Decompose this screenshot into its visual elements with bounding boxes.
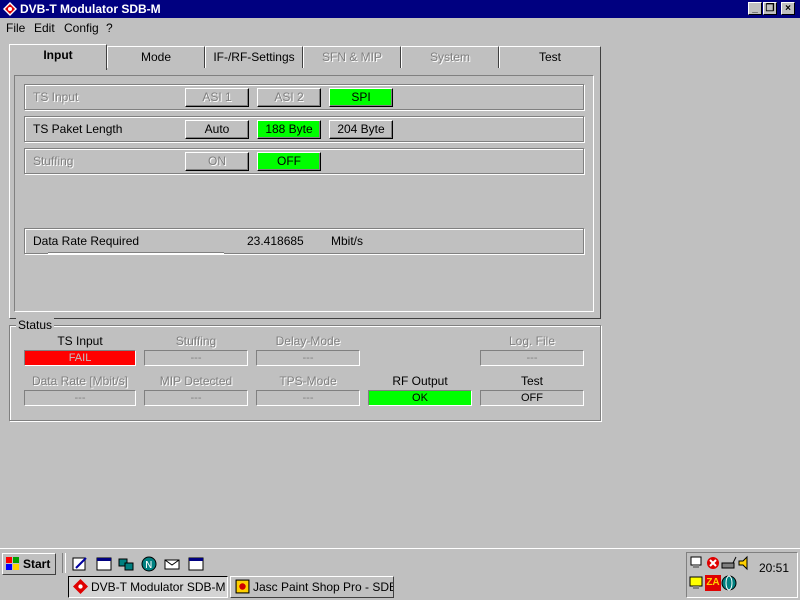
tray-clock[interactable]: 20:51 (759, 561, 789, 575)
data-rate-value: 23.418685 (247, 234, 304, 248)
start-button[interactable]: Start (2, 553, 56, 575)
status-delay-mode-value: --- (256, 350, 360, 366)
app-logo-icon[interactable] (3, 2, 17, 16)
asi2-button[interactable]: ASI 2 (257, 88, 321, 107)
ts-input-group: TS Input ASI 1 ASI 2 SPI (24, 84, 584, 110)
title-bar[interactable]: DVB-T Modulator SDB-M _ ❐ × (0, 0, 800, 18)
tray-globe-icon[interactable] (721, 575, 737, 591)
taskbar: Start N DVB-T Modulator SDB-M Jasc Paint… (0, 548, 800, 600)
status-log-file-label: Log. File (508, 334, 556, 348)
tab-mode[interactable]: Mode (107, 46, 205, 68)
ts-input-label: TS Input (33, 90, 79, 104)
tab-system[interactable]: System (401, 46, 499, 68)
quicklaunch-edit-icon[interactable] (72, 556, 88, 572)
tab-strip: Input Mode IF-/RF-Settings SFN & MIP Sys… (9, 44, 601, 70)
status-tps-mode-label: TPS-Mode (279, 374, 337, 388)
menu-help[interactable]: ? (106, 21, 113, 35)
tab-input[interactable]: Input (9, 44, 107, 70)
minimize-button[interactable]: _ (748, 2, 762, 15)
status-delay-mode-label: Delay-Mode (275, 334, 341, 348)
task-dvbt-label: DVB-T Modulator SDB-M (91, 580, 226, 594)
tray-display-icon[interactable] (689, 575, 705, 591)
quicklaunch-network-icon[interactable] (118, 556, 134, 572)
spi-button[interactable]: SPI (329, 88, 393, 107)
input-inner-panel (14, 75, 594, 312)
quicklaunch-divider (62, 553, 66, 573)
ts-packet-length-label: TS Paket Length (33, 122, 123, 136)
status-mip-detected-value: --- (144, 390, 248, 406)
task-paint-shop-pro[interactable]: Jasc Paint Shop Pro - SDB... (230, 576, 394, 598)
menu-bar: File Edit Config ? (0, 18, 800, 36)
tab-test[interactable]: Test (499, 46, 601, 68)
status-rf-output-label: RF Output (392, 374, 448, 388)
status-log-file-value: --- (480, 350, 584, 366)
tab-if-rf-settings[interactable]: IF-/RF-Settings (205, 46, 303, 68)
data-rate-unit: Mbit/s (331, 234, 364, 248)
status-data-rate-value: --- (24, 390, 136, 406)
ts-packet-length-group: TS Paket Length Auto 188 Byte 204 Byte (24, 116, 584, 142)
status-tps-mode-value: --- (256, 390, 360, 406)
stuffing-group: Stuffing ON OFF (24, 148, 584, 174)
task-dvbt-icon (73, 579, 88, 594)
204-byte-button[interactable]: 204 Byte (329, 120, 393, 139)
status-ts-input-value: FAIL (24, 350, 136, 366)
status-mip-detected-label: MIP Detected (159, 374, 233, 388)
menu-file[interactable]: File (6, 21, 25, 35)
asi1-button[interactable]: ASI 1 (185, 88, 249, 107)
start-label: Start (23, 557, 51, 571)
task-paintshop-icon (235, 579, 250, 594)
status-data-rate-label: Data Rate [Mbit/s] (31, 374, 129, 388)
status-rf-output-value: OK (368, 390, 472, 406)
restore-button[interactable]: ❐ (763, 2, 777, 15)
status-ts-input-label: TS Input (57, 334, 103, 348)
status-stuffing-label: Stuffing (175, 334, 217, 348)
data-rate-label: Data Rate Required (33, 234, 140, 248)
tray-network-icon[interactable] (689, 555, 705, 571)
data-rate-separator (48, 252, 224, 254)
tray-error-icon[interactable] (705, 555, 721, 571)
status-stuffing-value: --- (144, 350, 248, 366)
quicklaunch-desktop-icon[interactable] (96, 556, 112, 572)
menu-edit[interactable]: Edit (34, 21, 55, 35)
quicklaunch-window-icon[interactable] (188, 556, 204, 572)
quicklaunch-mail-icon[interactable] (164, 556, 180, 572)
stuffing-label: Stuffing (33, 154, 74, 168)
status-test-label: Test (520, 374, 543, 388)
system-tray: ZA 20:51 (686, 552, 798, 598)
status-test-value: OFF (480, 390, 584, 406)
tray-volume-icon[interactable] (737, 555, 753, 571)
task-paintshop-label: Jasc Paint Shop Pro - SDB... (253, 580, 394, 594)
tray-zonealarm-icon[interactable]: ZA (705, 575, 721, 591)
menu-config[interactable]: Config (64, 21, 99, 35)
stuffing-off-button[interactable]: OFF (257, 152, 321, 171)
188-byte-button[interactable]: 188 Byte (257, 120, 321, 139)
tab-sfn-mip[interactable]: SFN & MIP (303, 46, 401, 68)
task-dvbt-modulator[interactable]: DVB-T Modulator SDB-M (68, 576, 228, 598)
tray-modem-icon[interactable] (721, 555, 737, 571)
windows-logo-icon (6, 557, 19, 570)
status-legend: Status (16, 318, 55, 332)
stuffing-on-button[interactable]: ON (185, 152, 249, 171)
window-title: DVB-T Modulator SDB-M (20, 2, 161, 16)
data-rate-group: Data Rate Required 23.418685 Mbit/s (24, 228, 584, 254)
svg-text:N: N (145, 560, 152, 571)
quicklaunch-browser-icon[interactable]: N (141, 556, 157, 572)
close-button[interactable]: × (781, 2, 795, 15)
auto-button[interactable]: Auto (185, 120, 249, 139)
